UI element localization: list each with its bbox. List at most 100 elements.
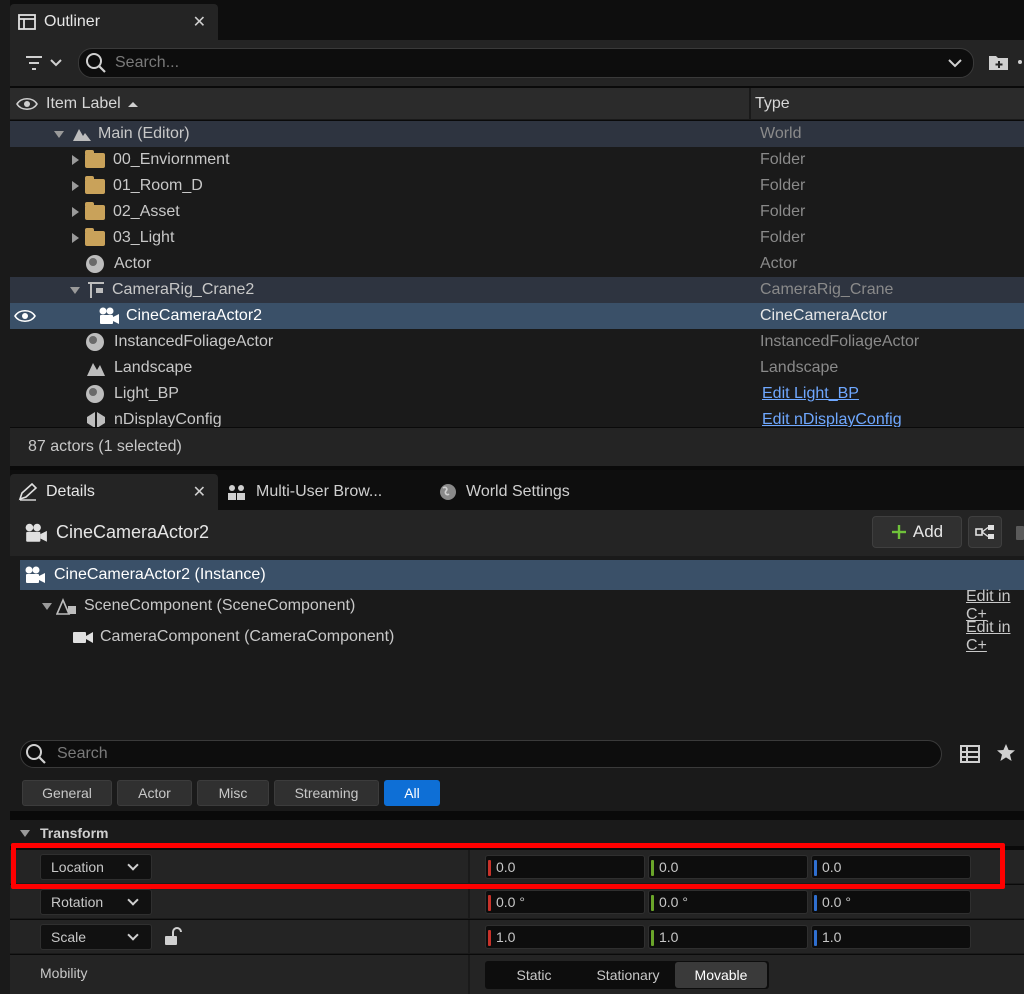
mobility-static-button[interactable]: Static <box>487 962 581 988</box>
tree-row-actor[interactable]: Light_BP Edit Light_BP <box>10 381 1024 407</box>
filter-general-button[interactable]: General <box>22 780 112 806</box>
outliner-tab-bar: Outliner ✕ <box>10 0 1024 40</box>
chevron-down-icon <box>127 894 139 906</box>
tree-row-folder[interactable]: 01_Room_D Folder <box>10 173 1024 199</box>
edit-blueprint-link[interactable]: Edit nDisplayConfig <box>762 411 902 427</box>
table-view-icon[interactable] <box>960 744 980 769</box>
tree-row-label: InstancedFoliageActor <box>114 333 274 350</box>
component-row-scene[interactable]: SceneComponent (SceneComponent) Edit in … <box>20 588 1024 623</box>
tree-row-label: nDisplayConfig <box>114 411 222 427</box>
tree-row-label: 02_Asset <box>113 203 180 220</box>
tree-row-actor[interactable]: Actor Actor <box>10 251 1024 277</box>
scale-x-value: 1.0 <box>496 929 516 945</box>
scale-dropdown[interactable]: Scale <box>40 924 152 950</box>
rotation-z-field[interactable]: 0.0 ° <box>811 890 971 914</box>
scene-component-icon <box>56 597 76 615</box>
expand-arrow-icon[interactable] <box>70 286 80 294</box>
edit-blueprint-link[interactable]: Edit Light_BP <box>762 385 859 403</box>
tree-row-ndisplay[interactable]: nDisplayConfig Edit nDisplayConfig <box>10 407 1024 427</box>
z-axis-bar <box>814 930 817 946</box>
y-axis-bar <box>651 895 654 911</box>
tab-outliner[interactable]: Outliner ✕ <box>10 4 218 40</box>
mobility-label: Mobility <box>40 965 88 981</box>
expand-arrow-icon[interactable] <box>42 602 52 610</box>
expand-arrow-icon[interactable] <box>72 207 79 217</box>
scale-row: Scale 1.0 1.0 1.0 <box>10 920 1024 954</box>
selected-actor-name[interactable]: CineCameraActor2 <box>56 522 209 543</box>
tree-row-type: Folder <box>760 151 806 168</box>
chevron-down-icon <box>127 929 139 941</box>
expand-arrow-icon[interactable] <box>72 233 79 243</box>
tree-row-landscape[interactable]: Landscape Landscape <box>10 355 1024 381</box>
close-icon[interactable]: ✕ <box>193 482 206 502</box>
tree-row-label: 03_Light <box>113 229 175 246</box>
scale-x-field[interactable]: 1.0 <box>485 925 645 949</box>
chevron-down-icon[interactable] <box>947 58 963 70</box>
tree-row-folder[interactable]: 00_Enviornment Folder <box>10 147 1024 173</box>
more-icon[interactable] <box>1016 52 1024 72</box>
tree-row-main-editor[interactable]: Main (Editor) World <box>10 121 1024 147</box>
rotation-dropdown[interactable]: Rotation <box>40 889 152 915</box>
column-type[interactable]: Type <box>755 95 790 113</box>
details-header: CineCameraActor2 Add <box>10 510 1024 556</box>
scale-z-field[interactable]: 1.0 <box>811 925 971 949</box>
outliner-search-input[interactable]: Search... <box>78 48 974 78</box>
eye-icon[interactable] <box>16 96 38 112</box>
actor-icon <box>86 255 104 273</box>
column-separator[interactable] <box>749 88 751 120</box>
expand-arrow-icon[interactable] <box>54 130 64 138</box>
outliner-status-bar: 87 actors (1 selected) <box>10 428 1024 466</box>
tree-row-type: InstancedFoliageActor <box>760 333 920 350</box>
eye-icon[interactable] <box>14 308 36 324</box>
rotation-x-field[interactable]: 0.0 ° <box>485 890 645 914</box>
tree-row-type: CineCameraActor <box>760 307 888 324</box>
tree-row-folder[interactable]: 03_Light Folder <box>10 225 1024 251</box>
details-search-input[interactable]: Search <box>20 740 942 768</box>
cine-camera-icon <box>99 307 119 324</box>
outliner-icon <box>18 14 36 30</box>
tree-row-camera-rig[interactable]: CameraRig_Crane2 CameraRig_Crane <box>10 277 1024 303</box>
edit-in-cpp-link[interactable]: Edit in C+ <box>966 619 1024 655</box>
y-axis-bar <box>651 930 654 946</box>
filter-actor-button[interactable]: Actor <box>117 780 192 806</box>
add-component-button[interactable]: Add <box>872 516 962 548</box>
component-label: CameraComponent (CameraComponent) <box>100 628 395 645</box>
expand-arrow-icon[interactable] <box>72 181 79 191</box>
filter-streaming-button[interactable]: Streaming <box>274 780 379 806</box>
tab-multi-user-label: Multi-User Brow... <box>256 483 383 500</box>
expand-arrow-icon[interactable] <box>72 155 79 165</box>
mobility-stationary-button[interactable]: Stationary <box>581 962 675 988</box>
filter-all-button[interactable]: All <box>384 780 440 806</box>
tree-row-cine-camera[interactable]: CineCameraActor2 CineCameraActor <box>10 303 1024 329</box>
star-icon[interactable] <box>996 743 1016 768</box>
filter-icon[interactable] <box>24 54 64 77</box>
tree-row-actor[interactable]: InstancedFoliageActor InstancedFoliageAc… <box>10 329 1024 355</box>
cine-camera-icon <box>25 566 45 583</box>
close-icon[interactable]: ✕ <box>193 12 206 32</box>
mobility-movable-button[interactable]: Movable <box>675 962 767 988</box>
tree-row-type: Folder <box>760 203 806 220</box>
add-folder-icon[interactable] <box>988 52 1010 77</box>
component-row-camera[interactable]: CameraComponent (CameraComponent) Edit i… <box>20 619 1024 655</box>
unlock-icon[interactable] <box>162 927 182 947</box>
tab-world-settings[interactable]: World Settings <box>438 474 570 510</box>
ndisplay-icon <box>87 412 105 427</box>
components-tree: CineCameraActor2 (Instance) SceneCompone… <box>10 556 1024 731</box>
tree-row-label: CineCameraActor2 <box>126 307 263 324</box>
component-label: SceneComponent (SceneComponent) <box>84 597 356 614</box>
collapse-arrow-icon[interactable] <box>20 829 30 837</box>
overflow-icon[interactable] <box>1016 526 1024 540</box>
filter-misc-button[interactable]: Misc <box>197 780 269 806</box>
rotation-y-field[interactable]: 0.0 ° <box>648 890 808 914</box>
outliner-search-placeholder: Search... <box>115 54 180 71</box>
component-row-instance[interactable]: CineCameraActor2 (Instance) <box>20 560 1024 590</box>
tab-details[interactable]: Details ✕ <box>10 474 218 510</box>
scale-y-field[interactable]: 1.0 <box>648 925 808 949</box>
tab-multi-user-browser[interactable]: Multi-User Brow... <box>226 474 382 510</box>
column-item-label[interactable]: Item Label <box>46 95 121 113</box>
camera-rig-icon <box>88 282 104 298</box>
tree-row-folder[interactable]: 02_Asset Folder <box>10 199 1024 225</box>
camera-icon <box>73 632 93 643</box>
row-separator <box>468 920 470 954</box>
blueprint-button[interactable] <box>968 516 1002 548</box>
